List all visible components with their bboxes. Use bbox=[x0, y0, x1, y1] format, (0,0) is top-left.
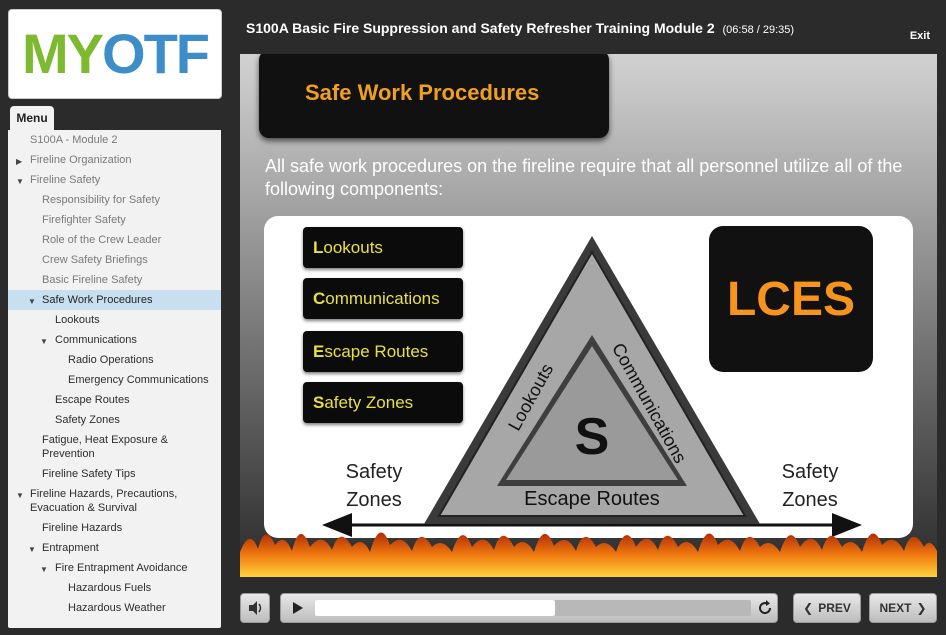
menu-item-label: Radio Operations bbox=[68, 354, 154, 366]
menu-item-label: Basic Fireline Safety bbox=[42, 274, 143, 286]
menu-item-label: Escape Routes bbox=[55, 394, 130, 406]
menu-item[interactable]: ▼ Entrapment bbox=[8, 538, 221, 558]
lces-triangle-diagram: S Lookouts Communications Escape Routes … bbox=[322, 236, 862, 537]
course-title-text: S100A Basic Fire Suppression and Safety … bbox=[246, 20, 715, 36]
prev-label: PREV bbox=[818, 601, 851, 615]
caret-down-icon[interactable]: ▼ bbox=[16, 175, 24, 189]
player-controls: ❮ PREV NEXT ❯ bbox=[0, 585, 946, 635]
menu-item[interactable]: Fireline Hazards bbox=[8, 518, 221, 538]
next-label: NEXT bbox=[879, 601, 912, 615]
menu-item-label: Firefighter Safety bbox=[42, 214, 126, 226]
menu-item-label: Communications bbox=[55, 334, 137, 346]
menu-item[interactable]: Radio Operations bbox=[8, 350, 221, 370]
menu-item-label: Fireline Organization bbox=[30, 154, 132, 166]
caret-down-icon[interactable]: ▼ bbox=[28, 295, 36, 309]
caret-down-icon[interactable]: ▼ bbox=[40, 563, 48, 577]
menu-item[interactable]: Basic Fireline Safety bbox=[8, 270, 221, 290]
slide-area: Safe Work Procedures All safe work proce… bbox=[240, 54, 937, 577]
logo-letter-m: M bbox=[22, 22, 69, 85]
menu-item-label: Fireline Hazards, Precautions, Evacuatio… bbox=[30, 488, 178, 514]
safety-zones-left-line1: Safety bbox=[346, 461, 403, 483]
menu-panel: S100A - Module 2 ▶ Fireline Organization ▼ F… bbox=[8, 130, 221, 628]
menu-item[interactable]: Role of the Crew Leader bbox=[8, 230, 221, 250]
progress-fill bbox=[315, 600, 555, 616]
menu-item[interactable]: Fatigue, Heat Exposure & Prevention bbox=[8, 430, 221, 464]
menu-item[interactable]: Fireline Safety Tips bbox=[8, 464, 221, 484]
next-button[interactable]: NEXT ❯ bbox=[869, 593, 937, 623]
menu-item-label: Crew Safety Briefings bbox=[42, 254, 148, 266]
menu-item[interactable]: ▼ Safe Work Procedures bbox=[8, 290, 221, 310]
caret-down-icon[interactable]: ▼ bbox=[16, 489, 24, 503]
menu-item-label: Fireline Safety Tips bbox=[42, 468, 136, 480]
prev-button[interactable]: ❮ PREV bbox=[793, 593, 861, 623]
menu-item[interactable]: ▼ Communications bbox=[8, 330, 221, 350]
volume-button[interactable] bbox=[240, 593, 270, 623]
safety-zones-right-line1: Safety bbox=[782, 461, 839, 483]
menu-item-label: S100A - Module 2 bbox=[30, 134, 118, 146]
speaker-icon bbox=[249, 601, 262, 615]
menu-item-label: Fatigue, Heat Exposure & Prevention bbox=[42, 434, 168, 460]
chevron-left-icon: ❮ bbox=[803, 601, 814, 615]
safety-zones-left-line2: Zones bbox=[346, 489, 402, 511]
caret-down-icon[interactable]: ▼ bbox=[40, 335, 48, 349]
menu-item-label: Responsibility for Safety bbox=[42, 194, 160, 206]
menu-item[interactable]: ▼ Fireline Hazards, Precautions, Evacuati… bbox=[8, 484, 221, 518]
triangle-label-escape-routes: Escape Routes bbox=[524, 488, 660, 510]
logo-letter-y: Y bbox=[66, 22, 104, 85]
menu-item[interactable]: Escape Routes bbox=[8, 390, 221, 410]
menu-item[interactable]: Crew Safety Briefings bbox=[8, 250, 221, 270]
menu-item-label: Emergency Communications bbox=[68, 374, 209, 386]
menu-item[interactable]: Responsibility for Safety bbox=[8, 190, 221, 210]
safety-zones-right-line2: Zones bbox=[782, 489, 838, 511]
menu-item[interactable]: S100A - Module 2 bbox=[8, 130, 221, 150]
menu-item-label: Entrapment bbox=[42, 542, 99, 554]
menu-item[interactable]: ▶ Fireline Organization bbox=[8, 150, 221, 170]
menu-item-label: Fireline Hazards bbox=[42, 522, 123, 534]
myotf-logo: M Y OTF bbox=[8, 9, 222, 99]
menu-item[interactable]: Safety Zones bbox=[8, 410, 221, 430]
menu-item[interactable]: ▼ Fireline Safety bbox=[8, 170, 221, 190]
exit-button[interactable]: Exit bbox=[910, 30, 930, 42]
menu-item[interactable]: Emergency Communications bbox=[8, 370, 221, 390]
menu-item-label: Fire Entrapment Avoidance bbox=[55, 562, 188, 574]
menu-item-label: Lookouts bbox=[55, 314, 100, 326]
menu-item-label: Role of the Crew Leader bbox=[42, 234, 162, 246]
menu-tab[interactable]: Menu bbox=[10, 106, 54, 130]
replay-icon[interactable] bbox=[755, 598, 775, 618]
menu-item-label: Safe Work Procedures bbox=[42, 294, 153, 306]
course-title: S100A Basic Fire Suppression and Safety … bbox=[246, 20, 794, 36]
progress-track[interactable] bbox=[315, 600, 751, 616]
flames-decoration bbox=[240, 532, 937, 577]
course-time: (06:58 / 29:35) bbox=[722, 24, 795, 36]
menu-item[interactable]: Firefighter Safety bbox=[8, 210, 221, 230]
caret-right-icon[interactable]: ▶ bbox=[16, 155, 22, 169]
play-icon[interactable] bbox=[287, 598, 307, 618]
menu-item[interactable]: ▼ Fire Entrapment Avoidance bbox=[8, 558, 221, 578]
menu-item[interactable]: Lookouts bbox=[8, 310, 221, 330]
triangle-center-letter: S bbox=[575, 408, 610, 466]
menu-item-label: Fireline Safety bbox=[30, 174, 101, 186]
chevron-right-icon: ❯ bbox=[916, 601, 927, 615]
progress-bar-container bbox=[280, 593, 778, 623]
logo-letters-otf: OTF bbox=[102, 22, 210, 85]
caret-down-icon[interactable]: ▼ bbox=[28, 543, 36, 557]
menu-item-label: Safety Zones bbox=[55, 414, 120, 426]
